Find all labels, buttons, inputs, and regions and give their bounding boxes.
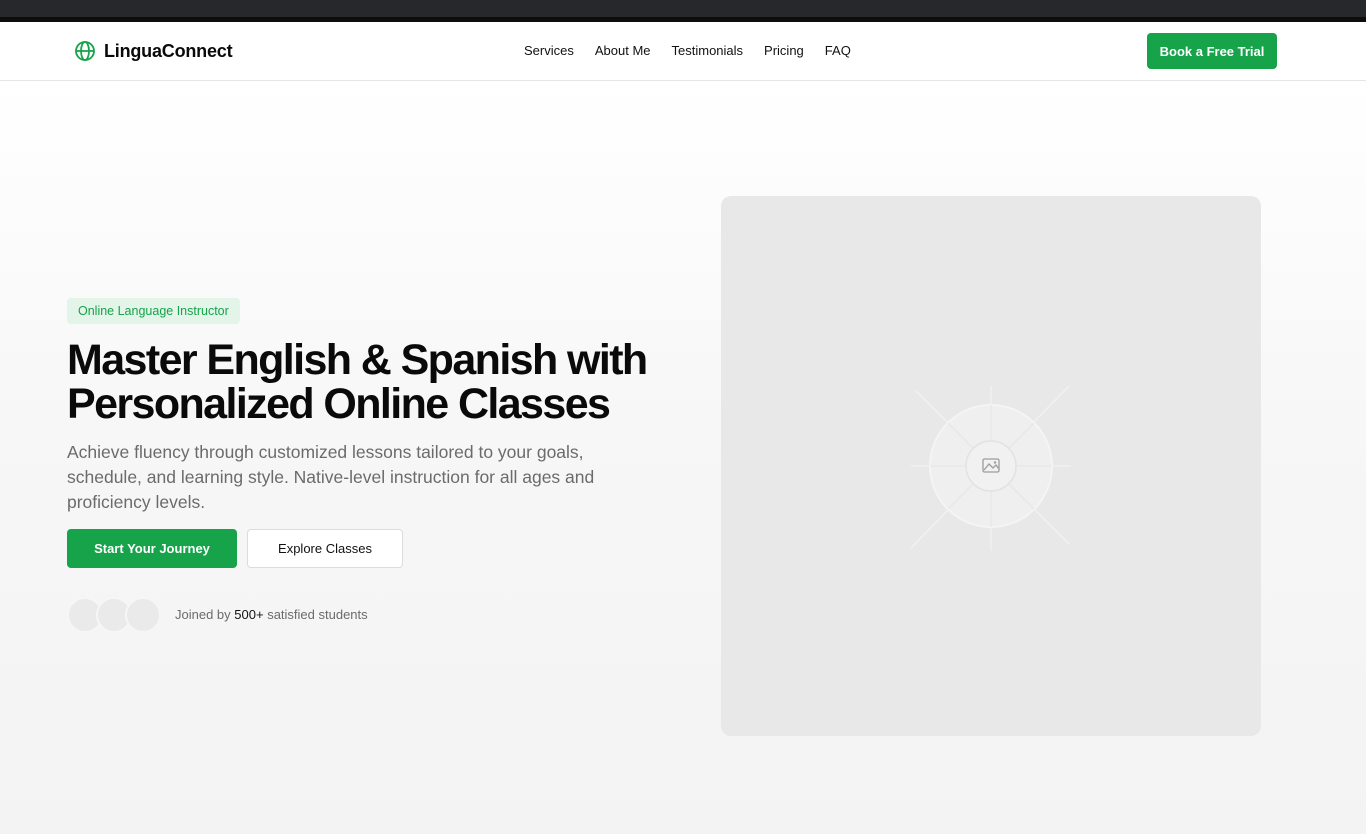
- nav-link-about[interactable]: About Me: [595, 42, 651, 59]
- social-proof-prefix: Joined by: [175, 607, 231, 622]
- brand-logo[interactable]: LinguaConnect: [74, 39, 233, 63]
- browser-top-bar: [0, 0, 1366, 22]
- nav-link-testimonials[interactable]: Testimonials: [672, 42, 744, 59]
- nav-link-services[interactable]: Services: [524, 42, 574, 59]
- nav-link-faq[interactable]: FAQ: [825, 42, 851, 59]
- avatar: [125, 597, 161, 633]
- hero-subtext: Achieve fluency through customized lesso…: [67, 442, 595, 512]
- headline-line-1: Master English & Spanish with: [67, 336, 648, 384]
- social-proof-suffix: satisfied students: [267, 607, 368, 622]
- explore-classes-button[interactable]: Explore Classes: [247, 529, 403, 568]
- hero-headline: Master English & Spanish with Personaliz…: [67, 338, 687, 426]
- site-header: LinguaConnect Services About Me Testimon…: [0, 22, 1366, 81]
- book-free-trial-button[interactable]: Book a Free Trial: [1147, 33, 1277, 69]
- globe-icon: [74, 40, 96, 62]
- student-count: 500+: [234, 607, 264, 622]
- headline-line-2: Personalized Online Classes: [67, 380, 611, 428]
- student-avatars: [67, 597, 163, 633]
- hero-section: Online Language Instructor Master Englis…: [0, 81, 1366, 834]
- social-proof: Joined by 500+ satisfied students: [175, 607, 368, 622]
- brand-name: LinguaConnect: [104, 40, 233, 61]
- hero-image-placeholder: [721, 196, 1261, 736]
- role-badge: Online Language Instructor: [67, 298, 240, 324]
- start-journey-button[interactable]: Start Your Journey: [67, 529, 237, 568]
- nav-link-pricing[interactable]: Pricing: [764, 42, 804, 59]
- image-placeholder-graphic: [910, 385, 1071, 551]
- main-nav: Services About Me Testimonials Pricing F…: [524, 42, 872, 59]
